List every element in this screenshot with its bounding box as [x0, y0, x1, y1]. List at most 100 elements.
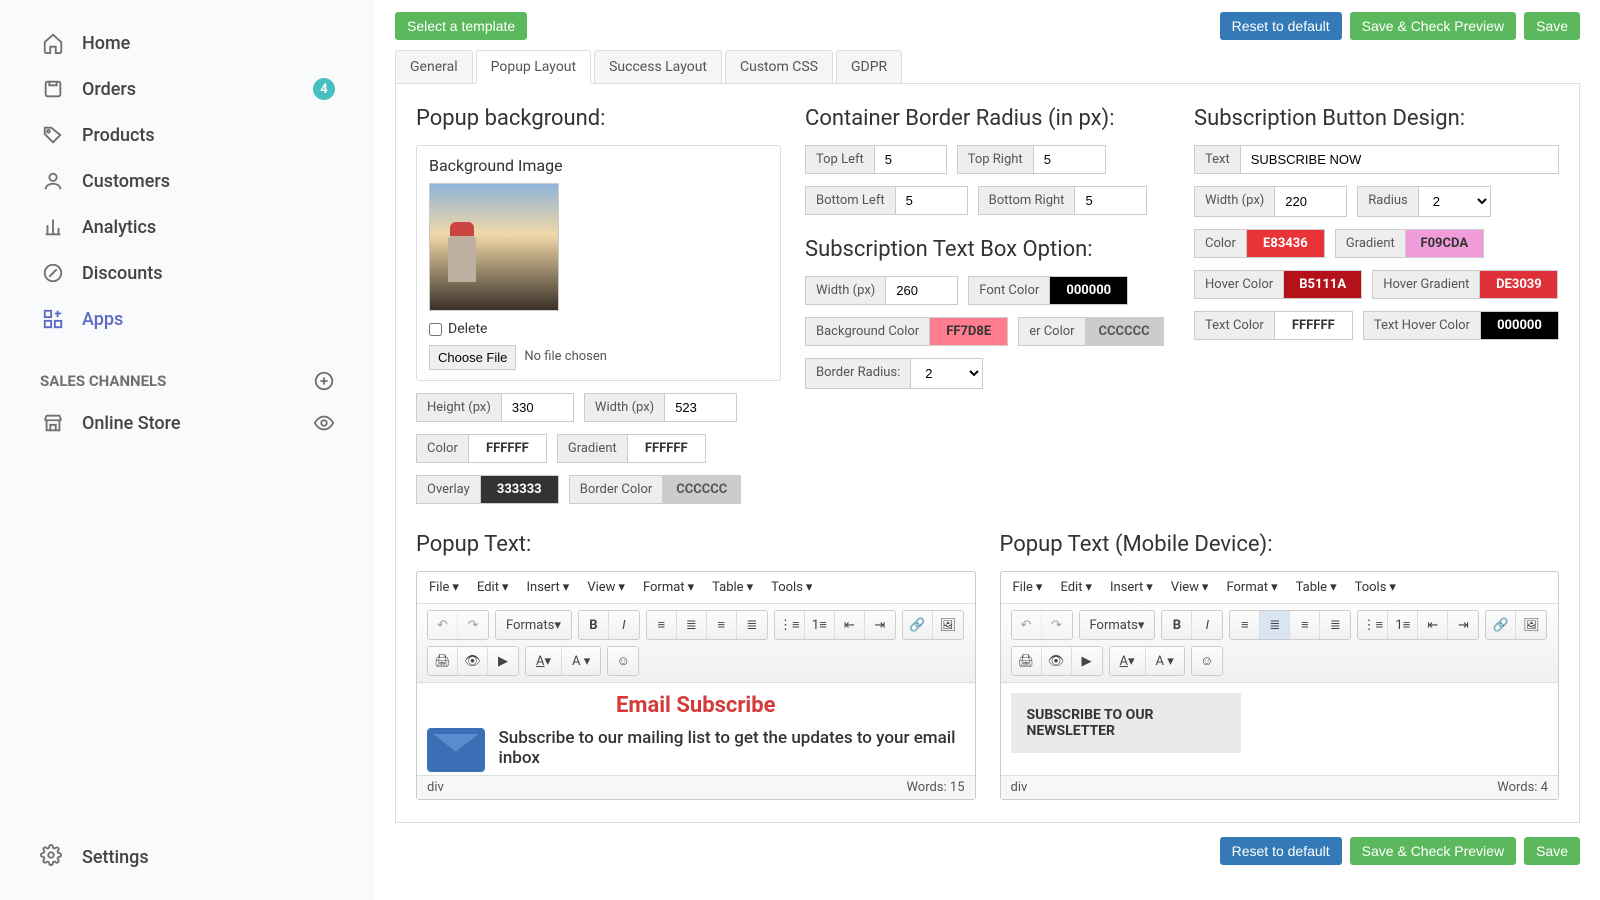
sidebar-item-products[interactable]: Products	[30, 112, 345, 158]
sidebar-item-home[interactable]: Home	[30, 20, 345, 66]
sb-width-input[interactable]	[1275, 186, 1347, 217]
editor-menu-file[interactable]: File ▾	[429, 580, 459, 595]
tb-width-input[interactable]	[886, 276, 958, 305]
redo-icon[interactable]: ↷	[458, 611, 488, 639]
save-button-bottom[interactable]: Save	[1524, 837, 1580, 865]
redo-icon[interactable]: ↷	[1042, 611, 1072, 639]
formats-dropdown[interactable]: Formats ▾	[496, 611, 571, 639]
align-justify-icon[interactable]: ≣	[737, 611, 767, 639]
tb-radius-select[interactable]: 2	[911, 358, 983, 389]
align-justify-icon[interactable]: ≣	[1320, 611, 1350, 639]
sb-radius-select[interactable]: 2	[1419, 186, 1491, 217]
sidebar-item-discounts[interactable]: Discounts	[30, 250, 345, 296]
image-icon[interactable]: 🖼	[933, 611, 963, 639]
sidebar-item-settings[interactable]: Settings	[0, 834, 375, 880]
editor-content-mobile[interactable]: SUBSCRIBE TO OUR NEWSLETTER	[1001, 683, 1559, 775]
emoji-icon[interactable]: ☺	[608, 647, 638, 675]
sidebar-item-customers[interactable]: Customers	[30, 158, 345, 204]
bullet-list-icon[interactable]: ⋮≡	[1358, 611, 1388, 639]
save-button-top[interactable]: Save	[1524, 12, 1580, 40]
bold-icon[interactable]: B	[1162, 611, 1192, 639]
italic-icon[interactable]: I	[1192, 611, 1222, 639]
emoji-icon[interactable]: ☺	[1192, 647, 1222, 675]
sb-hovergradient-swatch[interactable]: DE3039	[1480, 270, 1558, 299]
align-left-icon[interactable]: ≡	[1230, 611, 1260, 639]
editor-menu-table[interactable]: Table ▾	[712, 580, 753, 595]
outdent-icon[interactable]: ⇤	[835, 611, 865, 639]
editor-menu-table[interactable]: Table ▾	[1296, 580, 1337, 595]
editor-menu-format[interactable]: Format ▾	[643, 580, 694, 595]
editor-menu-view[interactable]: View ▾	[1171, 580, 1209, 595]
save-check-button-bottom[interactable]: Save & Check Preview	[1350, 837, 1516, 865]
editor-menu-file[interactable]: File ▾	[1013, 580, 1043, 595]
print-icon[interactable]: 🖨	[428, 647, 458, 675]
editor-menu-insert[interactable]: Insert ▾	[526, 580, 569, 595]
text-color-icon[interactable]: A ▾	[1110, 647, 1146, 675]
overlay-swatch[interactable]: 333333	[481, 475, 559, 504]
editor-menu-view[interactable]: View ▾	[587, 580, 625, 595]
bold-icon[interactable]: B	[579, 611, 609, 639]
save-check-button-top[interactable]: Save & Check Preview	[1350, 12, 1516, 40]
width-input[interactable]	[665, 393, 737, 422]
link-icon[interactable]: 🔗	[903, 611, 933, 639]
image-icon[interactable]: 🖼	[1516, 611, 1546, 639]
sb-text-input[interactable]	[1241, 145, 1559, 174]
link-icon[interactable]: 🔗	[1486, 611, 1516, 639]
print-icon[interactable]: 🖨	[1012, 647, 1042, 675]
editor-content[interactable]: Email Subscribe Subscribe to our mailing…	[417, 683, 975, 775]
bl-input[interactable]	[896, 186, 968, 215]
align-center-icon[interactable]: ≣	[677, 611, 707, 639]
sidebar-item-online-store[interactable]: Online Store	[30, 400, 345, 446]
bullet-list-icon[interactable]: ⋮≡	[775, 611, 805, 639]
indent-icon[interactable]: ⇥	[1448, 611, 1478, 639]
add-channel-icon[interactable]	[313, 370, 335, 392]
italic-icon[interactable]: I	[609, 611, 639, 639]
media-icon[interactable]: ▶	[488, 647, 518, 675]
formats-dropdown[interactable]: Formats ▾	[1080, 611, 1155, 639]
editor-menu-edit[interactable]: Edit ▾	[477, 580, 509, 595]
numbered-list-icon[interactable]: 1≡	[1388, 611, 1418, 639]
color-swatch[interactable]: FFFFFF	[469, 434, 547, 463]
undo-icon[interactable]: ↶	[428, 611, 458, 639]
select-template-button[interactable]: Select a template	[395, 12, 527, 40]
tab-popup-layout[interactable]: Popup Layout	[476, 50, 592, 84]
numbered-list-icon[interactable]: 1≡	[805, 611, 835, 639]
preview-icon[interactable]: 👁	[1042, 647, 1072, 675]
sidebar-item-orders[interactable]: Orders 4	[30, 66, 345, 112]
editor-menu-tools[interactable]: Tools ▾	[1355, 580, 1396, 595]
align-right-icon[interactable]: ≡	[1290, 611, 1320, 639]
height-input[interactable]	[502, 393, 574, 422]
editor-menu-edit[interactable]: Edit ▾	[1060, 580, 1092, 595]
reset-button-top[interactable]: Reset to default	[1220, 12, 1342, 40]
indent-icon[interactable]: ⇥	[865, 611, 895, 639]
media-icon[interactable]: ▶	[1072, 647, 1102, 675]
sidebar-item-apps[interactable]: Apps	[30, 296, 345, 342]
editor-menu-format[interactable]: Format ▾	[1226, 580, 1277, 595]
bg-color-icon[interactable]: A ▾	[562, 647, 600, 675]
tr-input[interactable]	[1034, 145, 1106, 174]
eye-icon[interactable]	[313, 412, 335, 434]
gradient-swatch[interactable]: FFFFFF	[628, 434, 706, 463]
tb-bgcolor-swatch[interactable]: FF7D8E	[930, 317, 1008, 346]
tab-custom-css[interactable]: Custom CSS	[725, 50, 833, 83]
preview-icon[interactable]: 👁	[458, 647, 488, 675]
editor-menu-tools[interactable]: Tools ▾	[771, 580, 812, 595]
br-input[interactable]	[1075, 186, 1147, 215]
align-left-icon[interactable]: ≡	[647, 611, 677, 639]
sb-color-swatch[interactable]: E83436	[1247, 229, 1325, 258]
tb-bordercolor-swatch[interactable]: CCCCCC	[1086, 317, 1164, 346]
bg-color-icon[interactable]: A ▾	[1146, 647, 1184, 675]
align-right-icon[interactable]: ≡	[707, 611, 737, 639]
tl-input[interactable]	[875, 145, 947, 174]
tb-fontcolor-swatch[interactable]: 000000	[1050, 276, 1128, 305]
tab-general[interactable]: General	[395, 50, 473, 83]
border-color-swatch[interactable]: CCCCCC	[663, 475, 741, 504]
text-color-icon[interactable]: A ▾	[526, 647, 562, 675]
sb-textcolor-swatch[interactable]: FFFFFF	[1275, 311, 1353, 340]
delete-checkbox[interactable]	[429, 323, 442, 336]
undo-icon[interactable]: ↶	[1012, 611, 1042, 639]
outdent-icon[interactable]: ⇤	[1418, 611, 1448, 639]
align-center-icon[interactable]: ≣	[1260, 611, 1290, 639]
sb-gradient-swatch[interactable]: F09CDA	[1406, 229, 1484, 258]
choose-file-button[interactable]: Choose File	[429, 345, 516, 370]
